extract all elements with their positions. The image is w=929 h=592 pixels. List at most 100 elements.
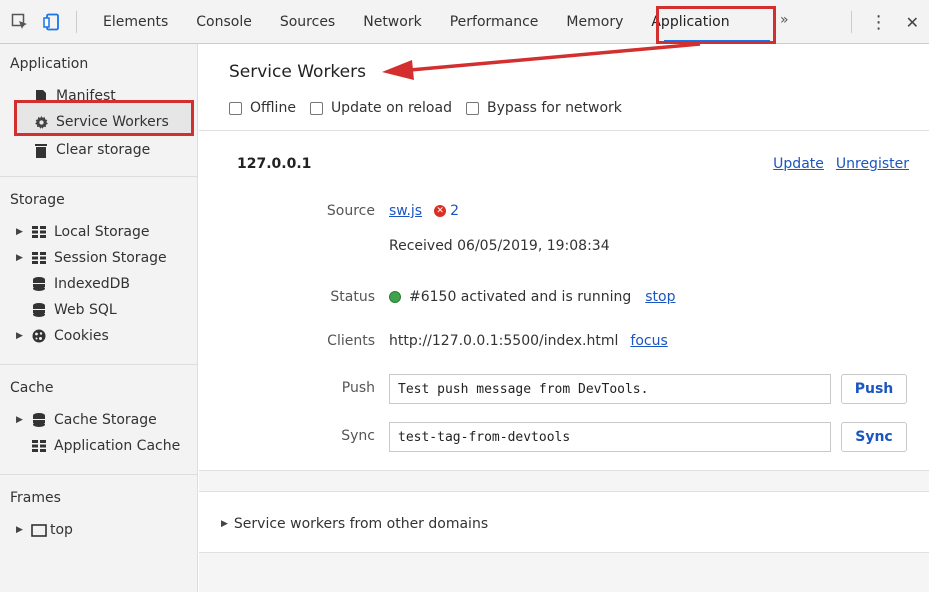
sidebar-item-label: Cookies [54,328,109,344]
grid-icon [30,252,48,264]
checkbox-box[interactable] [465,101,479,115]
sidebar-divider [0,474,198,475]
tab-network[interactable]: Network [349,0,435,44]
sw-host: 127.0.0.1 [237,156,312,172]
error-icon[interactable]: ✕ [434,205,447,217]
sw-actions: Update Unregister [773,156,909,172]
status-running-icon [389,291,401,303]
sidebar-item-label: Local Storage [54,224,150,240]
clients-url: http://127.0.0.1:5500/index.html [389,333,619,349]
sidebar-section-storage: Storage [10,192,65,208]
sidebar-item-web-sql[interactable]: Web SQL [30,298,117,322]
source-file-link[interactable]: sw.js [389,203,422,219]
toolbar-divider [76,10,77,33]
expand-triangle-icon[interactable]: ▶ [16,525,28,535]
received-timestamp: Received 06/05/2019, 19:08:34 [389,238,610,254]
sidebar-item-label: Web SQL [54,302,117,318]
expand-triangle-icon[interactable]: ▶ [16,253,28,263]
error-count[interactable]: 2 [450,203,459,219]
stop-link[interactable]: stop [645,289,675,305]
checkbox-label: Update on reload [330,100,452,116]
toolbar-divider [850,11,852,33]
tab-console[interactable]: Console [182,0,266,44]
sidebar-item-label: top [50,522,73,538]
checkbox-box[interactable] [229,101,242,115]
source-value: sw.js ✕ 2 [389,203,459,219]
checkbox-label: Bypass for network [486,100,622,116]
service-workers-panel: Service Workers Offline Update on reload… [199,44,929,592]
sync-input[interactable] [389,422,831,452]
sidebar-item-clear-storage[interactable]: Clear storage [32,138,150,162]
grid-icon [30,226,48,238]
gear-icon [32,115,50,130]
sidebar-item-session-storage[interactable]: ▶ Session Storage [16,246,167,270]
status-value: #6150 activated and is running stop [389,289,675,305]
section-spacer [199,470,929,492]
trash-icon [32,143,50,158]
sidebar-section-application: Application [10,56,89,72]
sidebar-item-frame-top[interactable]: ▶ top [16,518,73,542]
update-link[interactable]: Update [773,156,824,172]
sidebar-divider [0,176,198,177]
sidebar-item-service-workers[interactable]: Service Workers [32,110,169,134]
kebab-menu-icon[interactable]: ⋮ [870,12,888,33]
sync-button[interactable]: Sync [841,422,907,452]
expand-triangle-icon[interactable]: ▶ [221,519,228,529]
update-on-reload-checkbox[interactable]: Update on reload [309,100,452,116]
sidebar-item-indexeddb[interactable]: IndexedDB [30,272,130,296]
other-domains-toggle[interactable]: ▶ Service workers from other domains [221,516,488,532]
source-label: Source [326,203,375,219]
sidebar-item-cookies[interactable]: ▶ Cookies [16,324,109,348]
expand-triangle-icon[interactable]: ▶ [16,227,28,237]
database-icon [30,413,48,427]
bypass-for-network-checkbox[interactable]: Bypass for network [465,100,622,116]
sidebar-divider [0,364,198,365]
offline-checkbox[interactable]: Offline [229,100,296,116]
panel-footer [199,553,929,592]
page-title: Service Workers [229,62,366,82]
sidebar-item-local-storage[interactable]: ▶ Local Storage [16,220,150,244]
clients-label: Clients [327,333,375,349]
section-divider [199,491,929,492]
database-icon [30,303,48,317]
topbar-actions: ⋮ ✕ [850,0,919,44]
sidebar-item-label: Session Storage [54,250,167,266]
database-icon [30,277,48,291]
other-domains-label: Service workers from other domains [233,516,489,532]
section-divider [199,470,929,471]
tab-elements[interactable]: Elements [89,0,182,44]
sidebar-item-cache-storage[interactable]: ▶ Cache Storage [16,408,157,432]
sync-label: Sync [341,428,375,444]
sidebar-section-frames: Frames [10,490,61,506]
sidebar-item-label: IndexedDB [54,276,130,292]
expand-triangle-icon[interactable]: ▶ [16,331,28,341]
devtools-tabbar: Elements Console Sources Network Perform… [0,0,929,44]
tab-sources[interactable]: Sources [266,0,349,44]
push-button[interactable]: Push [841,374,907,404]
expand-triangle-icon[interactable]: ▶ [16,415,28,425]
tab-memory[interactable]: Memory [552,0,637,44]
sidebar-item-application-cache[interactable]: Application Cache [30,434,180,458]
clients-value: http://127.0.0.1:5500/index.html focus [389,333,668,349]
sidebar-item-label: Application Cache [54,438,181,454]
inspect-element-icon[interactable] [8,10,32,34]
tab-performance[interactable]: Performance [436,0,553,44]
sidebar-item-label: Service Workers [56,114,169,130]
unregister-link[interactable]: Unregister [836,156,909,172]
push-label: Push [341,380,375,396]
focus-link[interactable]: focus [630,333,667,349]
application-tab-highlight [656,6,776,44]
status-label: Status [330,289,375,305]
sidebar-item-label: Clear storage [56,142,151,158]
more-tabs-button[interactable]: » [780,12,789,28]
section-divider [199,130,929,131]
device-toolbar-icon[interactable] [40,10,64,34]
push-input[interactable] [389,374,831,404]
status-text: #6150 activated and is running [409,289,632,305]
checkbox-box[interactable] [309,101,323,115]
close-icon[interactable]: ✕ [906,13,919,32]
frame-icon [30,523,48,537]
sw-options: Offline Update on reload Bypass for netw… [229,100,636,116]
grid-icon [30,440,48,452]
checkbox-label: Offline [250,100,296,116]
